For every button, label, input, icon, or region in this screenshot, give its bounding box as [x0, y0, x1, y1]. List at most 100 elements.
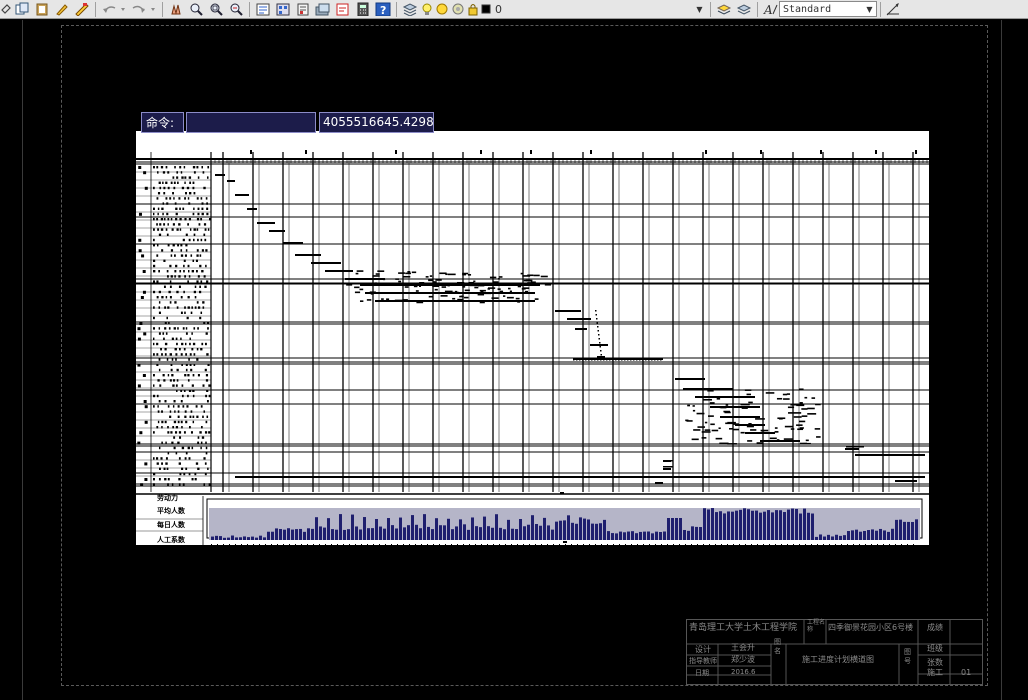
- histogram-tick: [655, 544, 656, 546]
- layer-manager-icon[interactable]: [400, 1, 420, 18]
- task-bar-segment: [746, 425, 754, 428]
- table-glyph: [177, 410, 180, 413]
- table-glyph: [153, 316, 155, 320]
- zoom-window-icon[interactable]: [206, 1, 226, 18]
- layer-previous-icon[interactable]: [734, 1, 754, 18]
- histogram-bar: [827, 534, 830, 540]
- sun-icon[interactable]: [434, 1, 450, 18]
- table-glyph: [167, 374, 170, 377]
- table-glyph: [163, 223, 166, 226]
- lightbulb-icon[interactable]: [420, 1, 434, 18]
- task-bar: [215, 174, 225, 176]
- task-bar-segment: [404, 286, 409, 288]
- layer-dropdown[interactable]: 0 ▼: [492, 1, 707, 17]
- task-bar-segment: [718, 427, 721, 430]
- table-glyph: [202, 415, 204, 418]
- dependency-dot: [597, 330, 599, 332]
- resource-label: 平均人数: [157, 506, 186, 515]
- table-glyph: [156, 280, 159, 283]
- freeze-icon[interactable]: [450, 1, 466, 18]
- histogram-bar: [483, 516, 486, 540]
- histogram-tick: [829, 544, 830, 546]
- table-glyph: [204, 342, 207, 346]
- brush-icon[interactable]: [52, 1, 72, 18]
- table-glyph: [156, 254, 159, 257]
- table-glyph: [199, 431, 202, 434]
- table-glyph: [192, 415, 195, 418]
- task-bar-segment: [374, 282, 377, 284]
- task-bar-segment: [686, 420, 693, 422]
- table-glyph: [193, 192, 196, 195]
- histogram-bar: [267, 531, 270, 540]
- table-glyph: [158, 332, 161, 335]
- copy-icon[interactable]: [12, 1, 32, 18]
- table-glyph: [192, 181, 195, 184]
- table-glyph: [173, 379, 176, 382]
- chevron-down-icon[interactable]: ▼: [693, 2, 706, 16]
- histogram-tick: [715, 544, 716, 546]
- toolbar-separator: [396, 1, 397, 17]
- task-bar-segment: [497, 288, 501, 290]
- model-space[interactable]: 劳动力 平均人数 每日人数 人工系数 命令: 4055516645.4298 青…: [0, 20, 1028, 700]
- calculator-icon[interactable]: [353, 1, 373, 18]
- milestone-mark: [846, 446, 864, 448]
- table-glyph: [158, 400, 161, 403]
- design-center-icon[interactable]: [273, 1, 293, 18]
- table-glyph: [197, 238, 199, 242]
- help-icon[interactable]: ?: [373, 1, 393, 18]
- table-glyph: [166, 358, 169, 361]
- table-glyph: [208, 431, 211, 434]
- milestone-mark: [663, 460, 673, 462]
- sheet-set-icon[interactable]: [313, 1, 333, 18]
- command-input[interactable]: [186, 112, 316, 133]
- markup-icon[interactable]: [333, 1, 353, 18]
- histogram-tick: [265, 544, 266, 546]
- zoom-previous-icon[interactable]: [226, 1, 246, 18]
- table-glyph: [164, 420, 167, 424]
- table-glyph: [163, 186, 166, 190]
- gantt-drawing[interactable]: 劳动力 平均人数 每日人数 人工系数: [135, 130, 930, 546]
- table-glyph: [153, 270, 156, 273]
- task-bar: [675, 378, 705, 380]
- histogram-bar: [499, 527, 502, 540]
- clipboard-icon[interactable]: [32, 1, 52, 18]
- task-bar: [295, 254, 321, 256]
- table-glyph: [153, 212, 155, 216]
- tool-palettes-icon[interactable]: [293, 1, 313, 18]
- table-glyph: [137, 337, 141, 341]
- table-glyph: [143, 171, 147, 175]
- table-glyph: [180, 249, 183, 252]
- undo-icon[interactable]: [99, 1, 129, 18]
- table-glyph: [180, 389, 183, 392]
- table-glyph: [161, 410, 163, 413]
- histogram-bar: [651, 533, 654, 540]
- task-bar-segment: [503, 295, 506, 297]
- dependency-dot: [654, 359, 656, 361]
- histogram-tick: [877, 544, 878, 546]
- table-glyph: [183, 259, 186, 262]
- dimension-style-icon[interactable]: [884, 1, 902, 18]
- histogram-bar: [395, 528, 398, 540]
- zoom-realtime-icon[interactable]: [186, 1, 206, 18]
- paste-icon[interactable]: [72, 1, 92, 18]
- task-bar-segment: [749, 396, 754, 398]
- text-style-icon[interactable]: A: [761, 1, 779, 18]
- histogram-bar: [427, 526, 430, 540]
- table-glyph: [208, 483, 211, 486]
- lock-icon[interactable]: [466, 1, 480, 18]
- text-style-dropdown[interactable]: Standard ▼: [779, 1, 877, 17]
- task-bar-segment: [491, 297, 499, 299]
- chevron-down-icon[interactable]: ▼: [863, 2, 876, 16]
- redo-icon[interactable]: [129, 1, 159, 18]
- table-glyph: [153, 394, 156, 398]
- properties-icon[interactable]: [253, 1, 273, 18]
- pan-icon[interactable]: [166, 1, 186, 18]
- task-bar-segment: [727, 443, 737, 445]
- table-glyph: [175, 218, 178, 221]
- table-glyph: [166, 270, 169, 273]
- layer-states-icon[interactable]: [714, 1, 734, 18]
- task-bar-segment: [784, 425, 794, 428]
- table-glyph: [187, 280, 189, 283]
- table-glyph: [164, 400, 167, 403]
- match-properties-icon[interactable]: [0, 1, 12, 18]
